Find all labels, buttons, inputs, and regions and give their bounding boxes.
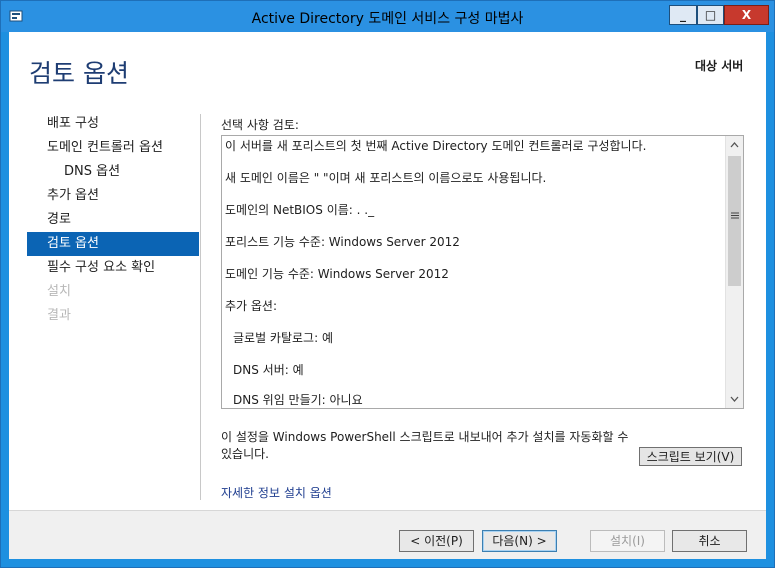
nav-item-installation: 설치: [47, 284, 71, 299]
wizard-nav: 배포 구성 도메인 컨트롤러 옵션 DNS 옵션 추가 옵션 경로 검토 옵션 …: [27, 112, 199, 328]
nav-item-dns-options[interactable]: DNS 옵션: [27, 160, 199, 184]
review-section-label: 선택 사항 검토:: [221, 118, 299, 132]
review-line: 새 도메인 이름은 " "이며 새 포리스트의 이름으로도 사용됩니다.: [225, 171, 547, 185]
nav-item-results: 결과: [47, 308, 71, 323]
minimize-icon: _: [680, 8, 686, 22]
scroll-thumb[interactable]: [728, 156, 741, 286]
review-line: 포리스트 기능 수준: Windows Server 2012: [225, 235, 460, 249]
nav-item-paths[interactable]: 경로: [27, 208, 199, 232]
nav-item-deployment-configuration[interactable]: 배포 구성: [27, 112, 199, 136]
nav-item-additional-options[interactable]: 추가 옵션: [27, 184, 199, 208]
nav-item-review-options[interactable]: 검토 옵션: [27, 232, 199, 256]
wizard-client-area: 검토 옵션 대상 서버 배포 구성 도메인 컨트롤러 옵션 DNS 옵션 추가 …: [9, 32, 766, 559]
previous-button[interactable]: < 이전(P): [399, 530, 474, 552]
more-info-link[interactable]: 자세한 정보 설치 옵션: [221, 484, 332, 501]
page-title: 검토 옵션: [29, 59, 129, 88]
maximize-button[interactable]: □: [697, 5, 724, 25]
review-text-box[interactable]: 이 서버를 새 포리스트의 첫 번째 Active Directory 도메인 …: [221, 135, 744, 409]
close-button[interactable]: X: [724, 5, 769, 25]
review-content: 이 서버를 새 포리스트의 첫 번째 Active Directory 도메인 …: [222, 136, 722, 408]
wizard-window: Active Directory 도메인 서비스 구성 마법사 _ □ X 검토…: [0, 0, 775, 568]
review-scrollbar[interactable]: [725, 136, 743, 408]
close-icon: X: [741, 8, 752, 22]
nav-item-domain-controller-options[interactable]: 도메인 컨트롤러 옵션: [27, 136, 199, 160]
scroll-up-button[interactable]: [726, 136, 743, 153]
review-line: 도메인 기능 수준: Windows Server 2012: [225, 267, 449, 281]
review-line: 도메인의 NetBIOS 이름: . ._: [225, 203, 375, 217]
next-button[interactable]: 다음(N) >: [482, 530, 557, 552]
grip-icon: [728, 211, 741, 222]
export-script-description: 이 설정을 Windows PowerShell 스크립트로 내보내어 추가 설…: [221, 430, 629, 461]
review-line: 이 서버를 새 포리스트의 첫 번째 Active Directory 도메인 …: [225, 139, 647, 153]
chevron-down-icon: [730, 396, 739, 402]
target-server-label: 대상 서버: [695, 59, 744, 73]
review-line: 글로벌 카탈로그: 예: [233, 331, 333, 345]
install-button: 설치(I): [590, 530, 665, 552]
nav-item-prerequisites-check[interactable]: 필수 구성 요소 확인: [27, 256, 199, 280]
view-script-button[interactable]: 스크립트 보기(V): [639, 447, 742, 466]
review-line: DNS 서버: 예: [233, 363, 304, 377]
scroll-down-button[interactable]: [726, 391, 743, 408]
minimize-button[interactable]: _: [669, 5, 697, 25]
chevron-up-icon: [730, 142, 739, 148]
window-title: Active Directory 도메인 서비스 구성 마법사: [251, 11, 524, 27]
review-line: DNS 위임 만들기: 아니요: [233, 393, 363, 407]
title-bar[interactable]: Active Directory 도메인 서비스 구성 마법사 _ □ X: [1, 1, 774, 32]
maximize-icon: □: [704, 8, 717, 22]
review-line: 추가 옵션:: [225, 299, 278, 313]
cancel-button[interactable]: 취소: [672, 530, 747, 552]
wizard-footer: < 이전(P) 다음(N) > 설치(I) 취소: [9, 511, 766, 559]
nav-divider: [200, 114, 201, 500]
